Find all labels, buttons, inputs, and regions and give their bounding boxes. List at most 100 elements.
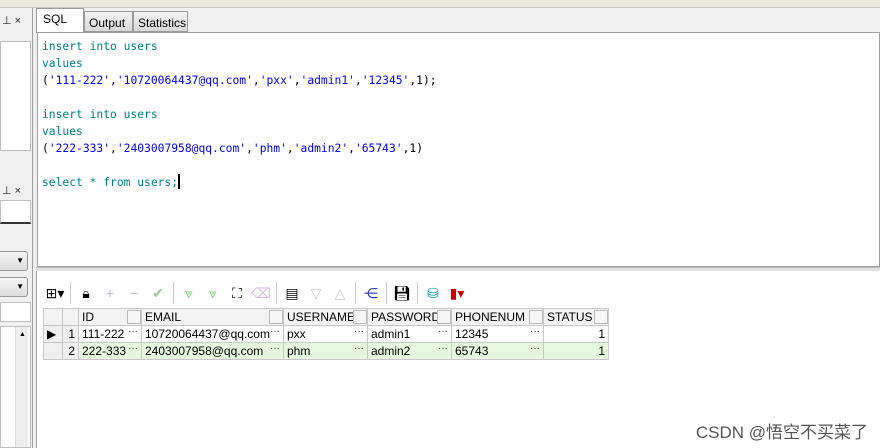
left-input[interactable] [0, 302, 31, 322]
scrollbar[interactable]: ▲ [15, 327, 28, 447]
export-icon[interactable]: ⛁ [421, 282, 445, 304]
cell-value: 12345 [455, 327, 489, 341]
find-icon[interactable]: ⛶ [225, 282, 249, 304]
column-header-status[interactable]: STATUS [543, 308, 609, 326]
column-filter-button[interactable] [529, 310, 543, 324]
main-toolbar [0, 0, 880, 8]
cell-value: admin1 [371, 327, 411, 341]
ellipsis-button[interactable]: ··· [530, 343, 540, 354]
sql-string: 'admin2' [293, 142, 349, 155]
sql-string: '2403007958@qq.com' [116, 142, 247, 155]
sql-editor[interactable]: insert into users values ('111-222','10720… [37, 32, 880, 267]
column-header-id[interactable]: ID [78, 308, 142, 326]
ellipsis-button[interactable]: ··· [530, 326, 540, 337]
cell-value: phm [287, 344, 311, 358]
delete-row-icon[interactable]: − [122, 282, 146, 304]
pin-close-icon-2[interactable]: ⊥ × [2, 184, 21, 197]
add-row-icon[interactable]: + [98, 282, 122, 304]
scroll-up-icon[interactable]: ▲ [19, 331, 26, 338]
fetch-all-icon[interactable]: ⩔ [201, 282, 225, 304]
sql-keyword: select * from users; [42, 176, 179, 189]
cell-value: 1 [598, 327, 605, 341]
sort-desc-icon[interactable]: ▽ [304, 282, 328, 304]
grid-cell[interactable]: 2403007958@qq.com ··· [141, 342, 284, 360]
sql-string: '65743' [354, 142, 403, 155]
tree-icon[interactable]: ⋲ [359, 282, 383, 304]
column-filter-button[interactable] [127, 310, 141, 324]
grid-cell[interactable]: 1 [543, 342, 609, 360]
code-line: values [42, 123, 437, 140]
grid-view-icon[interactable]: ⊞▾ [43, 282, 67, 304]
grid-cell[interactable]: pxx ··· [283, 325, 368, 343]
cell-value: 111-222 [82, 327, 125, 341]
sql-string: '10720064437@qq.com' [116, 74, 253, 87]
ellipsis-button[interactable]: ··· [128, 343, 138, 354]
cell-value: 1 [598, 344, 605, 358]
column-filter-button[interactable] [437, 310, 451, 324]
table-row[interactable]: 2 222-333 ··· 2403007958@qq.com ··· phm ··· adm… [43, 342, 609, 360]
ellipsis-button[interactable]: ··· [438, 343, 448, 354]
copy-icon[interactable]: ▤ [280, 282, 304, 304]
left-dropdown-2[interactable]: ▼ [0, 277, 28, 297]
cell-value: 2403007958@qq.com [145, 344, 264, 358]
grid-cell[interactable]: 65743 ··· [451, 342, 544, 360]
table-row[interactable]: ▶ 1 111-222 ··· 10720064437@qq.com ··· pxx ··· a… [43, 325, 609, 343]
grid-cell[interactable]: admin1 ··· [367, 325, 452, 343]
column-header-email[interactable]: EMAIL [141, 308, 284, 326]
column-filter-button[interactable] [269, 310, 283, 324]
ellipsis-button[interactable]: ··· [354, 326, 364, 337]
tab-sql[interactable]: SQL [36, 8, 84, 33]
left-field [0, 200, 31, 224]
row-number: 1 [62, 325, 79, 343]
cell-value: pxx [287, 327, 306, 341]
column-filter-button[interactable] [353, 310, 367, 324]
pin-close-icon[interactable]: ⊥ × [2, 14, 21, 27]
ellipsis-button[interactable]: ··· [128, 326, 138, 337]
results-grid: ID EMAIL USERNAME PASSWORD PHONENUM STATUS ▶ 1… [43, 308, 609, 360]
ellipsis-button[interactable]: ··· [270, 326, 280, 337]
tab-output[interactable]: Output [84, 11, 133, 32]
sql-punct: ); [422, 74, 437, 87]
sql-punct: ) [416, 142, 423, 155]
column-header-phonenum[interactable]: PHONENUM [451, 308, 544, 326]
left-dropdown-1[interactable]: ▼ [0, 251, 28, 271]
save-icon[interactable]: 💾︎ [390, 282, 414, 304]
lock-icon[interactable]: 🔒︎ [74, 282, 98, 304]
grid-cell[interactable]: 222-333 ··· [78, 342, 142, 360]
post-icon[interactable]: ✔ [146, 282, 170, 304]
ellipsis-button[interactable]: ··· [270, 343, 280, 354]
sql-keyword: values [42, 57, 83, 70]
column-header-password[interactable]: PASSWORD [367, 308, 452, 326]
watermark: CSDN @悟空不买菜了 [695, 423, 868, 442]
sql-string: '12345' [361, 74, 410, 87]
grid-cell[interactable]: admin2 ··· [367, 342, 452, 360]
tab-statistics[interactable]: Statistics [133, 11, 188, 32]
sql-string: 'pxx' [259, 74, 294, 87]
sql-code[interactable]: insert into users values ('111-222','10720… [42, 38, 437, 191]
column-header-label: ID [82, 310, 94, 324]
ellipsis-button[interactable]: ··· [354, 343, 364, 354]
grid-cell[interactable]: 10720064437@qq.com ··· [141, 325, 284, 343]
clear-icon[interactable]: ⌫ [249, 282, 273, 304]
column-filter-button[interactable] [594, 310, 608, 324]
ellipsis-button[interactable]: ··· [438, 326, 448, 337]
row-indicator[interactable]: ▶ [43, 325, 63, 343]
row-indicator[interactable] [43, 342, 63, 360]
sql-string: 'admin1' [300, 74, 355, 87]
grid-cell[interactable]: 12345 ··· [451, 325, 544, 343]
grid-cell[interactable]: 1 [543, 325, 609, 343]
fetch-next-icon[interactable]: ⩔ [177, 282, 201, 304]
left-panel: ⊥ × ⊥ × ▼ ▼ ▲ [0, 8, 33, 448]
sort-asc-icon[interactable]: △ [328, 282, 352, 304]
left-tree: ▲ [0, 326, 31, 448]
code-line: ('111-222','10720064437@qq.com','pxx','a… [42, 74, 437, 87]
grid-cell[interactable]: phm ··· [283, 342, 368, 360]
results-toolbar: ⊞▾ 🔒︎ + − ✔ ⩔ ⩔ ⛶ ⌫ ▤ ▽ △ ⋲ 💾︎ ⛁ ▮▾ [43, 279, 469, 307]
cell-value: 10720064437@qq.com [145, 327, 270, 341]
column-header-username[interactable]: USERNAME [283, 308, 368, 326]
code-line: insert into users [42, 106, 437, 123]
column-header-label: EMAIL [145, 310, 182, 324]
cell-value: 222-333 [82, 344, 127, 358]
grid-cell[interactable]: 111-222 ··· [78, 325, 142, 343]
chart-icon[interactable]: ▮▾ [445, 282, 469, 304]
